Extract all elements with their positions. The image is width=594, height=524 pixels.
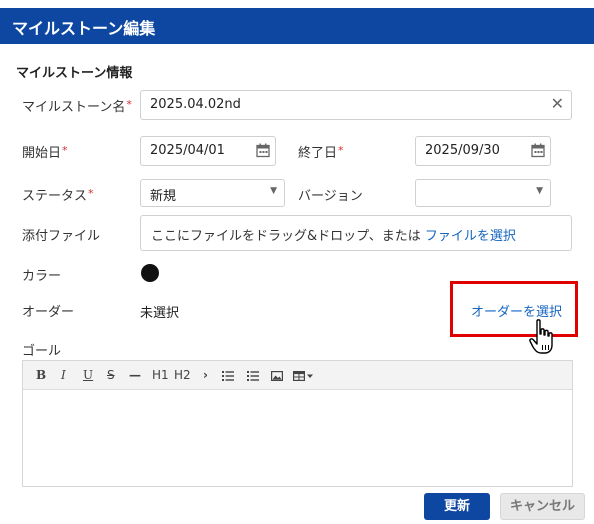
numbered-list-icon[interactable] xyxy=(247,370,259,384)
editor-toolbar: B I U S — H1 H2 › xyxy=(23,361,572,390)
italic-button[interactable]: I xyxy=(61,368,66,382)
quote-button[interactable]: › xyxy=(203,368,208,382)
goal-editor[interactable]: B I U S — H1 H2 › xyxy=(22,360,573,487)
section-title: マイルストーン情報 xyxy=(16,66,133,81)
order-label: オーダー xyxy=(22,305,75,320)
calendar-icon[interactable] xyxy=(531,143,545,162)
select-file-link[interactable]: ファイルを選択 xyxy=(425,229,516,244)
dialog-title: マイルストーン編集 xyxy=(12,19,156,38)
attachment-label: 添付ファイル xyxy=(22,229,101,244)
start-date-value: 2025/04/01 xyxy=(150,143,225,158)
end-date-value: 2025/09/30 xyxy=(425,143,500,158)
end-date-label: 終了日* xyxy=(298,144,344,161)
start-date-input[interactable]: 2025/04/01 xyxy=(140,136,276,166)
status-select[interactable]: 新規 ▼ xyxy=(140,179,285,207)
bold-button[interactable]: B xyxy=(36,368,46,382)
end-date-input[interactable]: 2025/09/30 xyxy=(415,136,551,166)
cancel-button[interactable]: キャンセル xyxy=(500,493,585,520)
strikethrough-button[interactable]: S xyxy=(107,368,115,382)
update-button[interactable]: 更新 xyxy=(424,493,490,520)
image-icon[interactable] xyxy=(271,370,284,384)
color-label: カラー xyxy=(22,269,62,284)
version-select[interactable]: ▼ xyxy=(415,179,551,207)
goal-label: ゴール xyxy=(22,344,62,359)
h1-button[interactable]: H1 xyxy=(152,368,169,382)
version-label: バージョン xyxy=(298,189,363,204)
horizontal-rule-button[interactable]: — xyxy=(129,368,141,382)
start-date-label: 開始日* xyxy=(22,144,68,161)
select-order-link[interactable]: オーダーを選択 xyxy=(450,281,578,337)
order-value: 未選択 xyxy=(140,306,180,321)
dialog-header: マイルストーン編集 xyxy=(0,8,594,44)
underline-button[interactable]: U xyxy=(83,368,93,382)
color-swatch[interactable] xyxy=(141,264,159,282)
name-input[interactable]: 2025.04.02nd ✕ xyxy=(140,90,572,120)
dropzone-text: ここにファイルをドラッグ&ドロップ、または ファイルを選択 xyxy=(151,229,516,244)
clear-icon[interactable]: ✕ xyxy=(551,94,564,113)
status-label: ステータス* xyxy=(22,187,94,204)
chevron-down-icon: ▼ xyxy=(270,186,277,196)
bullet-list-icon[interactable] xyxy=(222,370,234,384)
chevron-down-icon: ▼ xyxy=(536,186,543,196)
status-value: 新規 xyxy=(150,189,177,204)
table-icon[interactable] xyxy=(293,370,315,384)
name-value: 2025.04.02nd xyxy=(150,97,241,112)
h2-button[interactable]: H2 xyxy=(174,368,191,382)
file-dropzone[interactable]: ここにファイルをドラッグ&ドロップ、または ファイルを選択 xyxy=(140,215,572,251)
calendar-icon[interactable] xyxy=(256,143,270,162)
hand-cursor-icon xyxy=(528,318,558,358)
name-label: マイルストーン名* xyxy=(22,98,132,115)
